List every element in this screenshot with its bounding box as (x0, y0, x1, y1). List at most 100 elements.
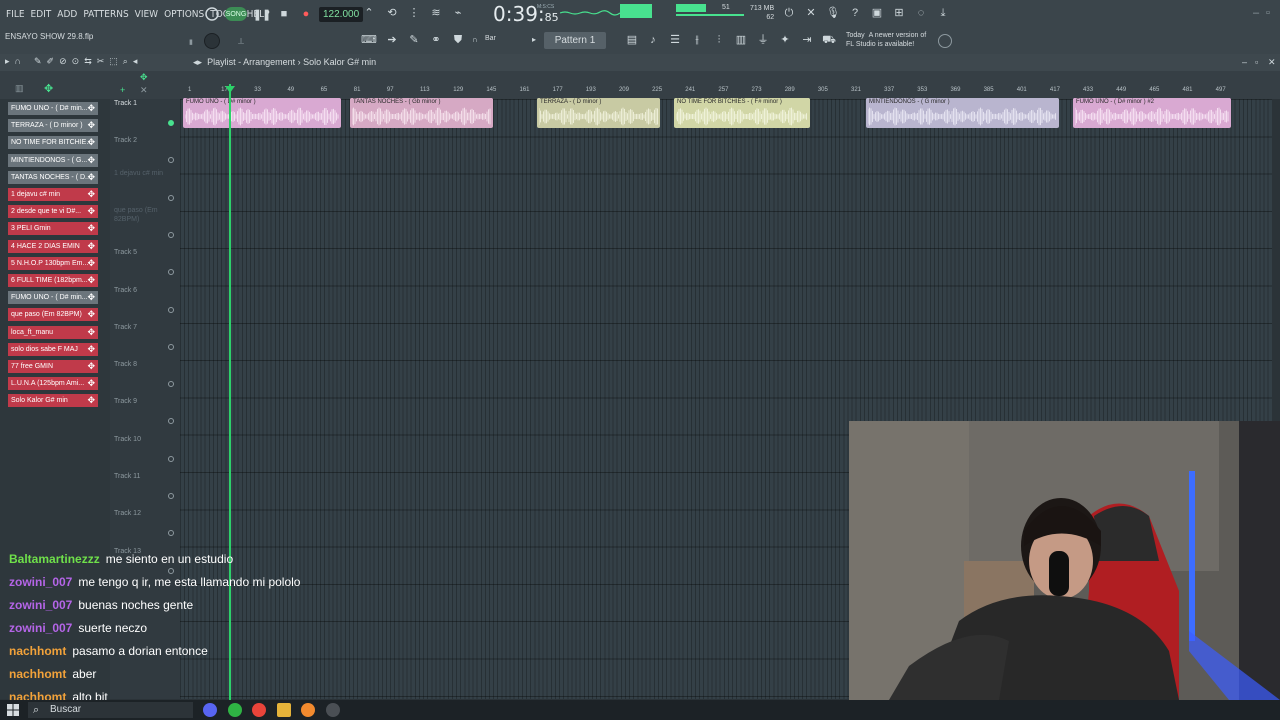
menu-view[interactable]: VIEW (135, 9, 158, 20)
keyboard-icon[interactable]: ⌨ (361, 32, 377, 48)
project-picker-icon[interactable]: ✦ (777, 32, 793, 48)
picker-item-move-icon[interactable]: ✥ (87, 377, 95, 390)
taskbar-search[interactable]: ⌕ Buscar (28, 702, 193, 718)
chat-username[interactable]: nachhomt (9, 667, 66, 681)
track-mute-dot[interactable] (168, 269, 174, 276)
tools-icon[interactable]: ✕ (803, 5, 819, 21)
select-icon[interactable]: ⬚ (109, 56, 118, 67)
mic-icon[interactable]: 🎙︎ (825, 5, 841, 21)
track-mute-dot[interactable] (168, 493, 174, 499)
mixer-icon[interactable]: ⫲ (689, 32, 705, 48)
blend-icon[interactable]: ≋ (428, 5, 444, 21)
chrome-icon[interactable] (252, 703, 266, 717)
track-label[interactable]: Track 10 (114, 436, 141, 443)
picker-item-move-icon[interactable]: ✥ (87, 205, 95, 218)
playhead[interactable] (229, 84, 231, 700)
maximize-icon[interactable]: ▫ (1260, 5, 1276, 21)
picker-item[interactable]: TANTAS NOCHES - ( D... ✥ (8, 170, 98, 184)
track-mute-dot[interactable] (168, 120, 174, 126)
audio-clip[interactable]: MINTIENDONOS - ( G minor ) (866, 98, 1059, 128)
zoom-horizontal-icon[interactable]: ✥ (140, 72, 148, 83)
track-label[interactable]: Track 5 (114, 249, 137, 256)
tempo-display[interactable]: 122.000 (319, 6, 364, 22)
wait-icon[interactable]: ⌁ (450, 5, 466, 21)
picker-add-icon[interactable]: ✥ (44, 82, 53, 95)
download-icon[interactable]: ⤓ (935, 5, 951, 21)
discord-icon[interactable] (203, 703, 217, 717)
picker-item[interactable]: 4 HACE 2 DIAS EMIN ✥ (8, 239, 98, 253)
arrow-right-icon[interactable]: ➔ (384, 32, 400, 48)
magnet-snap-icon[interactable]: ∩ (15, 56, 21, 67)
menu-add[interactable]: ADD (57, 9, 77, 20)
chat-username[interactable]: zowini_007 (9, 575, 72, 589)
picker-item-move-icon[interactable]: ✥ (87, 291, 95, 304)
plugin-picker-icon[interactable]: ▥ (733, 32, 749, 48)
pattern-prev-icon[interactable]: ▸ (532, 35, 536, 44)
track-label[interactable]: Track 9 (114, 398, 137, 405)
chat-username[interactable]: nachhomt (9, 644, 66, 658)
picker-item[interactable]: 5 N.H.O.P 130bpm Em... ✥ (8, 256, 98, 270)
track-label[interactable]: Track 12 (114, 510, 141, 517)
audio-clip[interactable]: TERRAZA - ( D minor ) (537, 98, 660, 128)
menu-patterns[interactable]: PATTERNS (83, 9, 128, 20)
menu-file[interactable]: FILE (6, 9, 25, 20)
chat-icon[interactable]: ◌ (913, 5, 929, 21)
master-volume-knob[interactable] (204, 33, 220, 49)
track-mute-dot[interactable] (168, 343, 174, 350)
picker-item[interactable]: FUMO UNO - ( D# min... ✥ (8, 291, 98, 305)
picker-item[interactable]: TERRAZA - ( D minor ) ✥ (8, 119, 98, 133)
picker-item-move-icon[interactable]: ✥ (87, 102, 95, 115)
obs-icon[interactable] (326, 703, 340, 717)
track-label[interactable]: Track 8 (114, 361, 137, 368)
picker-item[interactable]: 2 desde que te vi D#... ✥ (8, 205, 98, 219)
pause-icon[interactable]: ❚❚ (253, 5, 271, 23)
save-icon[interactable]: ▣ (869, 5, 885, 21)
track-label[interactable]: Track 11 (114, 473, 140, 480)
track-add-icon[interactable]: + (120, 85, 125, 95)
playlist-icon[interactable]: ▤ (624, 32, 640, 48)
chat-username[interactable]: zowini_007 (9, 621, 72, 635)
picker-item-move-icon[interactable]: ✥ (87, 119, 95, 132)
speaker-icon[interactable]: ◂ (133, 56, 138, 67)
audio-clip[interactable]: FUMO UNO - ( D# minor ) (183, 98, 341, 128)
picker-item-move-icon[interactable]: ✥ (87, 274, 95, 287)
chat-username[interactable]: Baltamartinezzz (9, 552, 100, 566)
track-mute-dot[interactable] (168, 157, 174, 164)
slip-icon[interactable]: ⇆ (84, 56, 92, 67)
playhead-marker-icon[interactable] (225, 86, 235, 93)
record-icon[interactable]: ● (297, 5, 315, 23)
picker-item[interactable]: que paso (Em 82BPM) ✥ (8, 308, 98, 322)
picker-item-move-icon[interactable]: ✥ (87, 154, 95, 167)
track-mute-dot[interactable] (168, 381, 174, 388)
picker-view-icon[interactable]: ▥ (15, 83, 24, 94)
spotify-icon[interactable] (228, 703, 242, 717)
snap-selector[interactable]: Bar (485, 35, 496, 42)
news-panel[interactable]: Today A newer version of FL Studio is av… (846, 31, 926, 49)
picker-item[interactable]: 77 free GMIN ✥ (8, 360, 98, 373)
paint-icon[interactable]: ✐ (47, 56, 55, 67)
pattern-tool-icon[interactable]: ⌃ (361, 5, 377, 21)
picker-item[interactable]: MINTIENDONOS - ( G... ✥ (8, 153, 98, 167)
arrange-icon[interactable]: ⇥ (799, 32, 815, 48)
channel-rack-icon[interactable]: ☰ (667, 32, 683, 48)
audio-clip[interactable]: NO TIME FOR BITCHIES - ( F# minor ) (674, 98, 810, 128)
mute-icon[interactable]: ⊙ (72, 56, 80, 67)
slice-icon[interactable]: ✂ (97, 56, 105, 67)
track-label[interactable]: Track 7 (114, 324, 137, 331)
picker-item[interactable]: NO TIME FOR BITCHIE... ✥ (8, 136, 98, 150)
audio-clip[interactable]: TANTAS NOCHES - ( Gb minor ) (350, 98, 493, 128)
picker-item[interactable]: loca_ft_manu ✥ (8, 325, 98, 339)
link-icon[interactable]: ⚭ (428, 32, 444, 48)
track-label[interactable]: Track 6 (114, 287, 137, 294)
zoom-icon[interactable]: ⌕ (123, 56, 128, 67)
update-icon[interactable] (938, 34, 952, 48)
track-mute-dot[interactable] (168, 194, 174, 201)
pin-icon[interactable]: ▮ (189, 38, 197, 46)
track-mute-dot[interactable] (168, 567, 174, 574)
track-mute-dot[interactable] (168, 418, 174, 425)
chat-username[interactable]: zowini_007 (9, 598, 72, 612)
song-mode-button[interactable]: SONG (225, 7, 247, 21)
picker-item-move-icon[interactable]: ✥ (87, 394, 95, 407)
picker-item[interactable]: FUMO UNO - ( D# min... ✥ (8, 102, 98, 115)
timeline-ruler[interactable]: 1 17 33 49 65 81 97 113 129 145 161 177 193 209 225 241… (180, 84, 1272, 99)
